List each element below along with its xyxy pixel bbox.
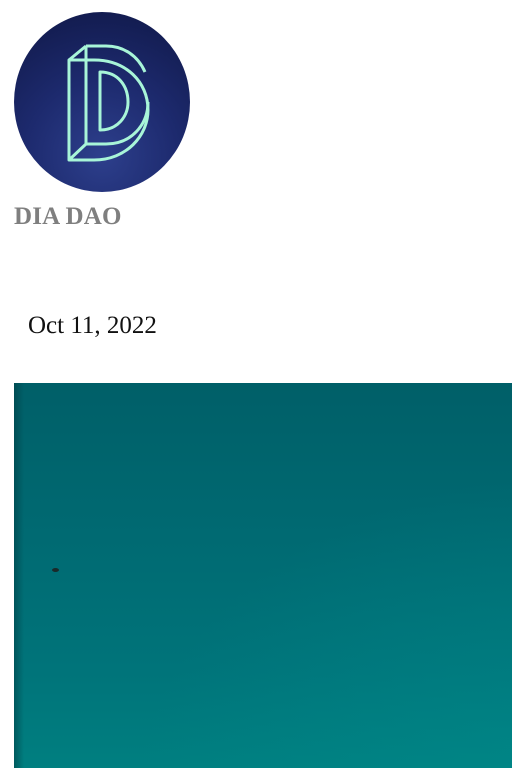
publication-name[interactable]: DIA DAO bbox=[14, 203, 122, 231]
publication-avatar[interactable] bbox=[14, 12, 190, 192]
dia-dao-logo-icon bbox=[67, 44, 150, 162]
post-cover-image[interactable] bbox=[14, 383, 512, 768]
cover-image-edge-shade bbox=[14, 383, 24, 768]
post-date: Oct 11, 2022 bbox=[28, 312, 157, 339]
cover-image-speck bbox=[52, 568, 59, 572]
